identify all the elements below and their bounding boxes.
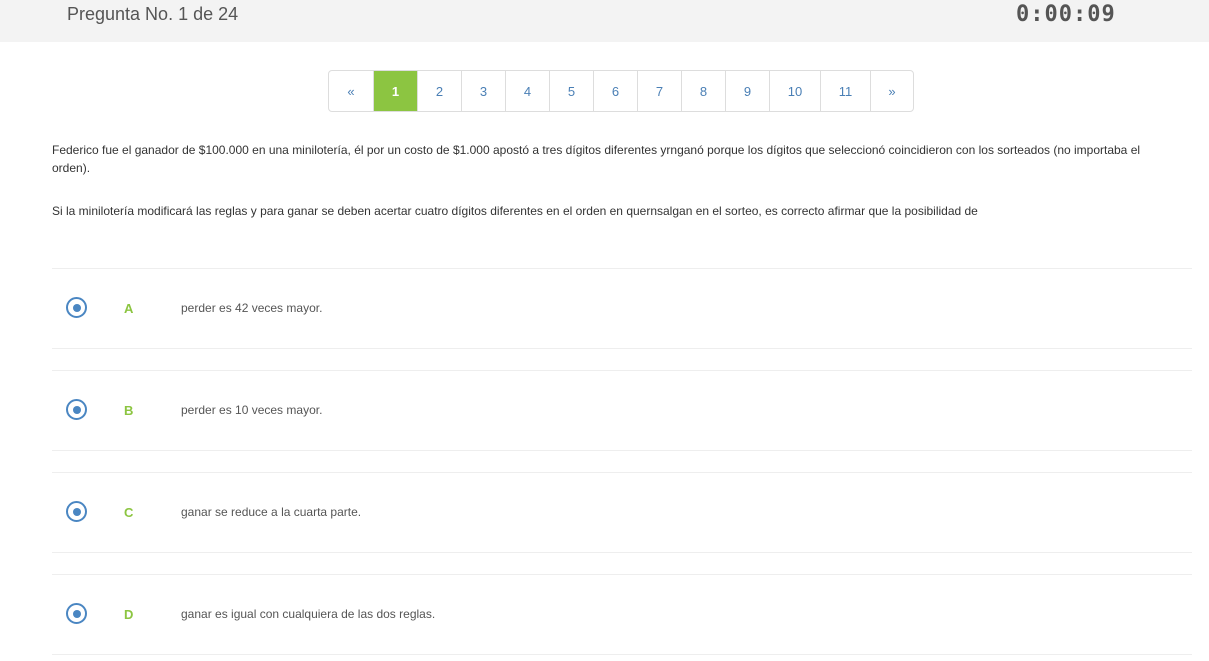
pagination-next-button[interactable]: » — [870, 71, 913, 111]
question-text-paragraph-1: Federico fue el ganador de $100.000 en u… — [52, 143, 1141, 175]
page-button-5[interactable]: 5 — [549, 71, 593, 111]
option-c[interactable]: C ganar se reduce a la cuarta parte. — [52, 472, 1192, 553]
page-button-1[interactable]: 1 — [373, 71, 417, 111]
option-text: perder es 42 veces mayor. — [181, 301, 323, 315]
option-letter: D — [124, 607, 134, 622]
option-b[interactable]: B perder es 10 veces mayor. — [52, 370, 1192, 451]
option-text: perder es 10 veces mayor. — [181, 403, 323, 417]
option-text: ganar es igual con cualquiera de las dos… — [181, 607, 436, 621]
option-letter: C — [124, 505, 134, 520]
option-d[interactable]: D ganar es igual con cualquiera de las d… — [52, 574, 1192, 655]
question-text-paragraph-2: Si la minilotería modificará las reglas … — [52, 204, 978, 218]
page-button-2[interactable]: 2 — [417, 71, 461, 111]
timer: 0:00:09 — [1016, 2, 1116, 27]
page-button-6[interactable]: 6 — [593, 71, 637, 111]
page-button-4[interactable]: 4 — [505, 71, 549, 111]
page-button-7[interactable]: 7 — [637, 71, 681, 111]
radio-icon[interactable] — [66, 297, 87, 318]
page-button-8[interactable]: 8 — [681, 71, 725, 111]
pagination: « 1 2 3 4 5 6 7 8 9 10 11 » — [328, 70, 914, 112]
radio-icon[interactable] — [66, 603, 87, 624]
radio-icon[interactable] — [66, 501, 87, 522]
page-button-3[interactable]: 3 — [461, 71, 505, 111]
radio-icon[interactable] — [66, 399, 87, 420]
option-text: ganar se reduce a la cuarta parte. — [181, 505, 362, 519]
page-button-10[interactable]: 10 — [769, 71, 820, 111]
option-letter: B — [124, 403, 134, 418]
option-a[interactable]: A perder es 42 veces mayor. — [52, 268, 1192, 349]
page-button-11[interactable]: 11 — [820, 71, 870, 111]
pagination-prev-button[interactable]: « — [329, 71, 373, 111]
top-bar: Pregunta No. 1 de 24 0:00:09 — [0, 0, 1209, 42]
option-letter: A — [124, 301, 134, 316]
page-button-9[interactable]: 9 — [725, 71, 769, 111]
question-counter: Pregunta No. 1 de 24 — [67, 4, 239, 24]
